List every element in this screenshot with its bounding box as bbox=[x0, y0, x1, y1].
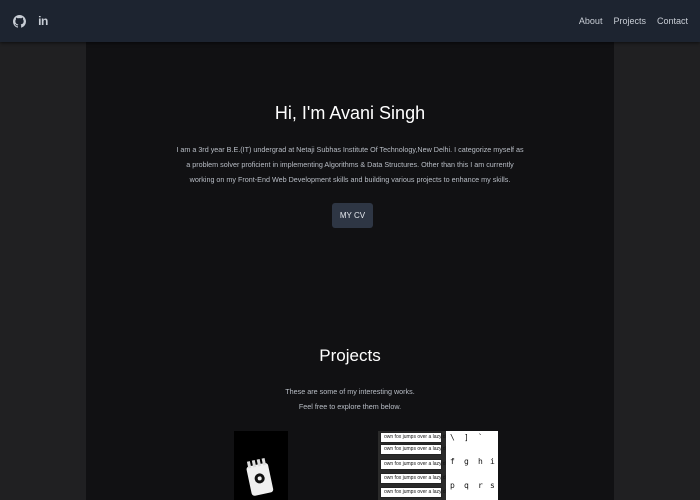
key-label: s bbox=[490, 481, 495, 490]
key-label: i bbox=[490, 457, 495, 466]
navbar: in About Projects Contact bbox=[0, 0, 700, 42]
key-label: \ bbox=[450, 433, 455, 442]
projects-line-2: Feel free to explore them below. bbox=[298, 402, 402, 411]
project-card-1[interactable] bbox=[234, 431, 288, 500]
nav-links: About Projects Contact bbox=[568, 16, 688, 26]
key-label: p bbox=[450, 481, 455, 490]
cv-button[interactable]: MY CV bbox=[332, 203, 373, 228]
hero-title: Hi, I'm Avani Singh bbox=[274, 103, 426, 123]
typing-strip: own fox jumps over a lazy dog. bbox=[380, 487, 453, 498]
typing-strip: own fox jumps over a lazy dog. bbox=[380, 473, 453, 484]
github-icon[interactable] bbox=[12, 14, 26, 28]
social-links: in bbox=[12, 14, 50, 28]
project-thumbnail-1 bbox=[234, 431, 288, 500]
hero-description: I am a 3rd year B.E.(IT) undergrad at Ne… bbox=[176, 145, 524, 184]
key-label: q bbox=[464, 481, 469, 490]
linkedin-icon[interactable]: in bbox=[36, 14, 50, 28]
key-label: ` bbox=[478, 433, 483, 442]
key-label: h bbox=[478, 457, 483, 466]
project-card-2[interactable]: own fox jumps over a lazy dog. own fox j… bbox=[378, 431, 498, 500]
typing-strip: own fox jumps over a lazy dog. bbox=[380, 444, 453, 455]
nav-link-projects[interactable]: Projects bbox=[613, 16, 646, 26]
key-label: g bbox=[464, 457, 469, 466]
key-label: ] bbox=[464, 433, 469, 442]
key-label: r bbox=[478, 481, 483, 490]
typing-strip: own fox jumps over a lazy dog. bbox=[380, 459, 453, 470]
typing-strip: own fox jumps over a lazy dog. bbox=[380, 432, 453, 443]
projects-title: Projects bbox=[319, 346, 381, 365]
nav-link-about[interactable]: About bbox=[579, 16, 603, 26]
projects-line-1: These are some of my interesting works. bbox=[285, 387, 415, 396]
nav-link-contact[interactable]: Contact bbox=[657, 16, 688, 26]
key-grid: \ ] ` f g h i p q r s bbox=[446, 431, 498, 500]
key-label: f bbox=[450, 457, 455, 466]
projects-description: These are some of my interesting works. … bbox=[250, 384, 450, 414]
